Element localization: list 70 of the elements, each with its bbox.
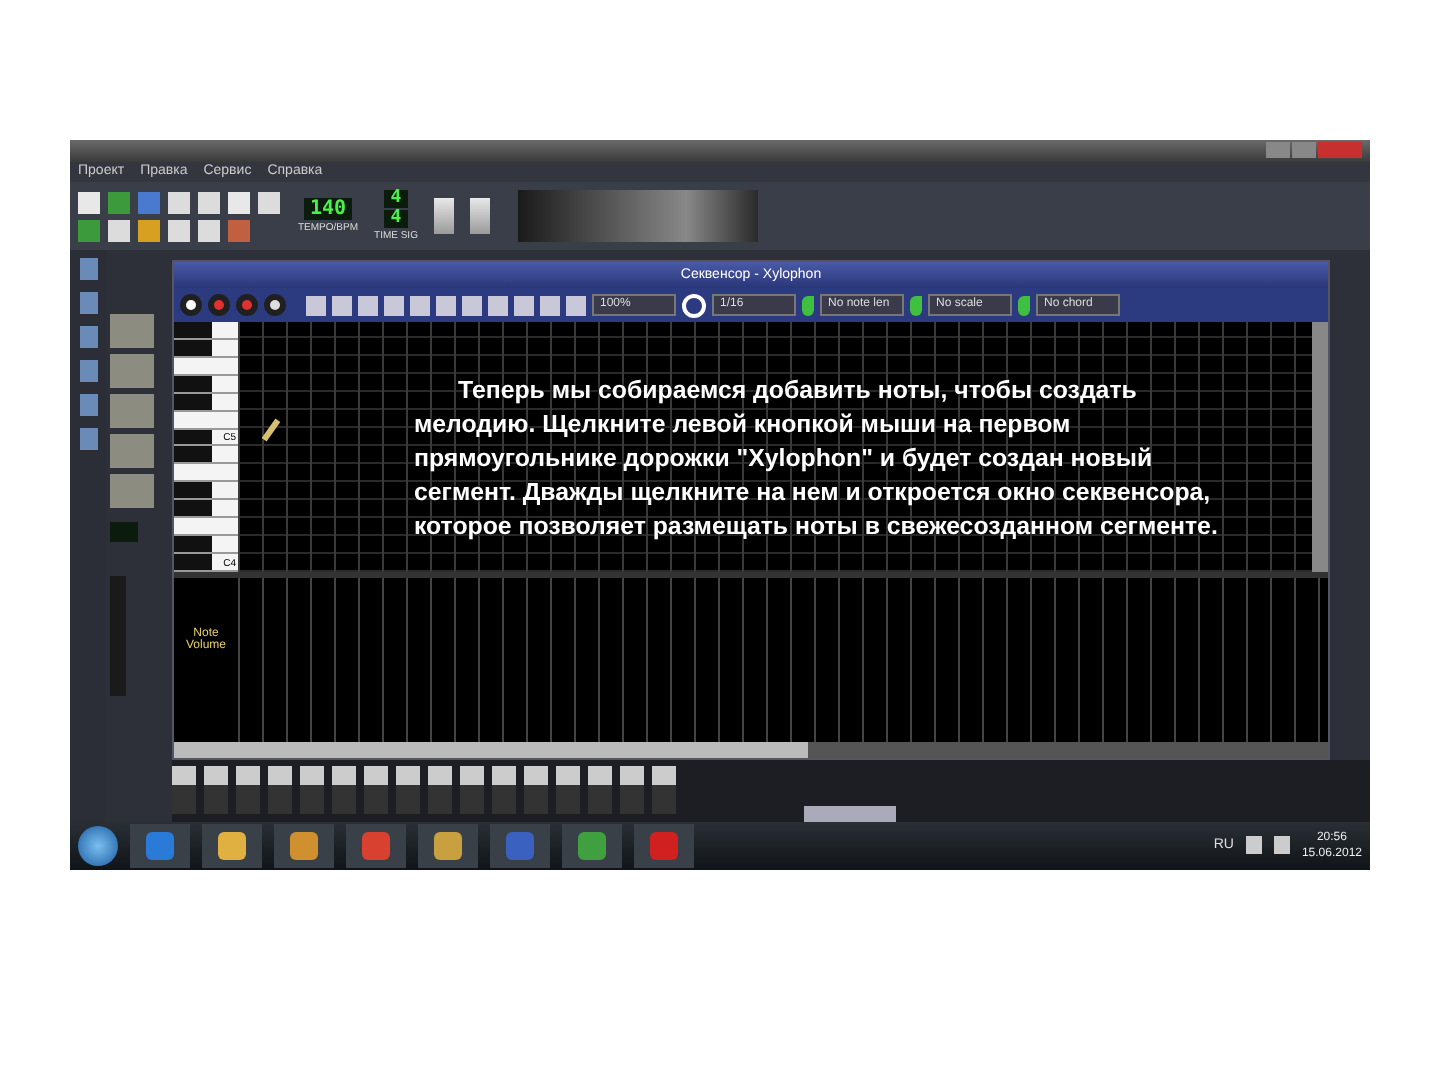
start-button[interactable]	[78, 825, 118, 865]
mixer-fader[interactable]	[556, 766, 580, 814]
horizontal-scrollbar[interactable]	[174, 742, 1328, 758]
mixer-fader[interactable]	[268, 766, 292, 814]
sidebar-icon[interactable]	[79, 326, 97, 348]
mixer-fader[interactable]	[300, 766, 324, 814]
taskbar-app-icon[interactable]	[130, 823, 190, 867]
sidebar-icon[interactable]	[79, 360, 97, 382]
level-display	[110, 522, 138, 542]
piano-key[interactable]	[174, 536, 238, 554]
piano-key[interactable]	[174, 518, 238, 537]
toolbar-icon[interactable]	[469, 198, 490, 234]
toolbar-icon[interactable]	[198, 191, 220, 213]
taskbar-app-icon[interactable]	[562, 823, 622, 867]
time-signature-numerator[interactable]: 4	[384, 190, 408, 208]
record-button[interactable]	[208, 294, 230, 316]
note-grid[interactable]	[238, 322, 1312, 572]
track-button[interactable]	[110, 434, 154, 468]
toolbar-icon[interactable]	[78, 191, 100, 213]
piano-key[interactable]	[174, 464, 238, 483]
track-button[interactable]	[110, 314, 154, 348]
mixer-fader[interactable]	[524, 766, 548, 814]
mixer-fader[interactable]	[492, 766, 516, 814]
sidebar-icon[interactable]	[79, 292, 97, 314]
track-button[interactable]	[110, 474, 154, 508]
time-signature-denominator[interactable]: 4	[384, 210, 408, 228]
mixer-fader[interactable]	[460, 766, 484, 814]
mixer-fader[interactable]	[588, 766, 612, 814]
mixer-fader[interactable]	[652, 766, 676, 814]
toolbar-icon[interactable]	[433, 198, 454, 234]
toolbar-icon[interactable]	[198, 219, 220, 241]
toolbar-icon[interactable]	[228, 191, 250, 213]
track-button[interactable]	[110, 354, 154, 388]
piano-key[interactable]	[174, 446, 238, 465]
stop-button[interactable]	[264, 294, 286, 316]
sidebar-icon[interactable]	[79, 258, 97, 280]
instruction-text: Теперь мы собираемся добавить ноты, чтобы создать мелодию. Щелкните левой кнопкой мыши на первом прямоугольнике дорожки "Xylophon" и будет создан новый сегмент. Дважды щелкните на нем и откроется окно секвенсора, которое позволяет размещать ноты в свежесозданном сегменте.	[414, 374, 1220, 544]
mixer-fader[interactable]	[428, 766, 452, 814]
mixer-fader[interactable]	[236, 766, 260, 814]
taskbar-app-icon[interactable]	[346, 823, 406, 867]
note-icon	[1018, 295, 1030, 315]
sidebar-icon[interactable]	[79, 394, 97, 416]
piano-key[interactable]	[174, 482, 238, 501]
mixer-fader[interactable]	[620, 766, 644, 814]
track-button[interactable]	[110, 394, 154, 428]
piano-key[interactable]	[174, 500, 238, 519]
mixer-fader[interactable]	[332, 766, 356, 814]
quantize-icon	[682, 293, 706, 317]
mixer-fader[interactable]	[364, 766, 388, 814]
pencil-icon	[261, 418, 281, 442]
piano-key[interactable]	[174, 322, 238, 340]
mixer-fader[interactable]	[172, 766, 196, 814]
mixer-fader[interactable]	[396, 766, 420, 814]
scrollbar[interactable]	[1312, 322, 1328, 572]
taskbar-app-icon[interactable]	[274, 823, 334, 867]
sidebar-icon[interactable]	[79, 428, 97, 450]
toolbar-icon[interactable]	[138, 219, 160, 241]
tray-icon[interactable]	[1245, 836, 1262, 854]
taskbar-app-icon[interactable]	[202, 823, 262, 867]
mixer-fader[interactable]	[204, 766, 228, 814]
record-button[interactable]	[236, 294, 258, 316]
play-button[interactable]	[180, 294, 202, 316]
toolbar-icon[interactable]	[168, 219, 190, 241]
taskbar-app-icon[interactable]	[418, 823, 478, 867]
note-icon	[802, 295, 814, 315]
note-icon	[910, 295, 922, 315]
tempo-display[interactable]: 140	[303, 198, 353, 220]
toolbar-icon[interactable]	[168, 191, 190, 213]
toolbar-icon[interactable]	[258, 191, 280, 213]
toolbar-icon[interactable]	[108, 219, 130, 241]
